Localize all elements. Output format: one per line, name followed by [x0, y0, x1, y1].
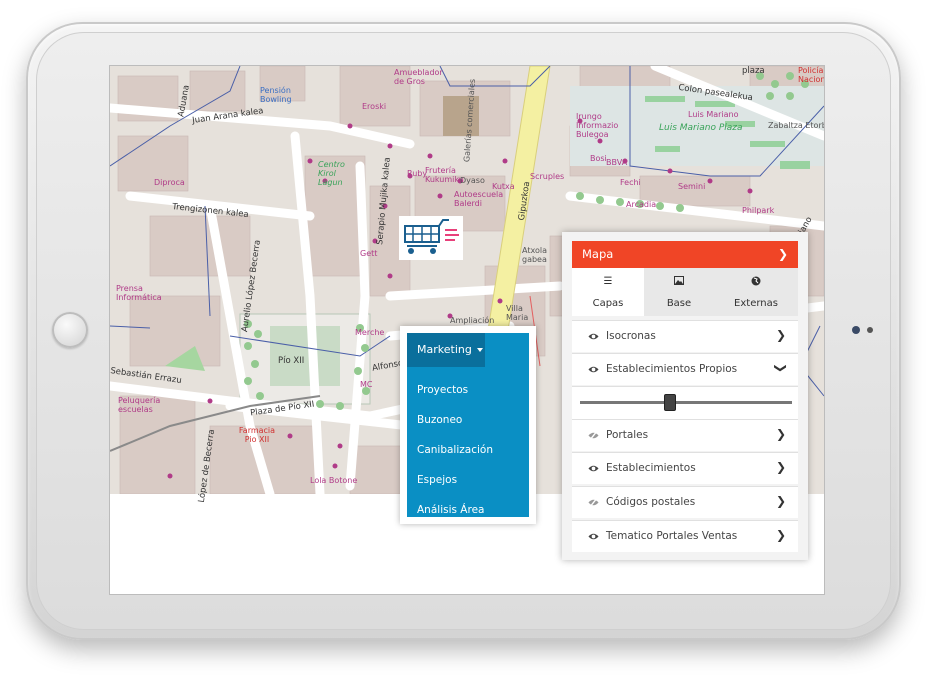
panel-tabs: ☰ Capas Base Externas	[572, 268, 798, 316]
slider-track[interactable]	[580, 401, 792, 404]
eye-icon[interactable]	[588, 463, 599, 474]
tab-base[interactable]: Base	[644, 268, 714, 316]
marketing-menu: Marketing Proyectos Buzoneo Canibalizaci…	[400, 326, 536, 524]
menu-item-buzoneo[interactable]: Buzoneo	[417, 414, 462, 426]
layer-label: Tematico Portales Ventas	[606, 530, 738, 542]
layer-row-portales[interactable]: Portales ❯	[572, 419, 798, 451]
chevron-right-icon[interactable]: ❯	[778, 241, 788, 268]
poi-label: Frutería Kukumiku	[425, 166, 464, 184]
globe-icon	[714, 276, 798, 290]
eye-slash-icon[interactable]	[588, 497, 599, 508]
poi-label: Merche	[355, 328, 385, 337]
eye-icon[interactable]	[588, 364, 599, 375]
opacity-slider[interactable]	[572, 386, 798, 419]
poi-label: Fechi	[620, 178, 641, 187]
layer-label: Portales	[606, 429, 649, 441]
shopping-cart-icon[interactable]	[399, 216, 463, 260]
slider-handle[interactable]	[664, 394, 676, 411]
poi-label: Luis Mariano	[688, 110, 739, 119]
chevron-down-icon[interactable]: ❯	[774, 363, 788, 373]
chevron-right-icon[interactable]: ❯	[776, 528, 786, 542]
poi-label: Bosi	[590, 154, 607, 163]
tab-capas[interactable]: ☰ Capas	[572, 268, 644, 316]
eye-slash-icon[interactable]	[588, 430, 599, 441]
poi-label: BBVA	[606, 158, 628, 167]
poi-label: Eroski	[362, 102, 387, 111]
layer-row-establecimientos-propios[interactable]: Establecimientos Propios ❯	[572, 353, 798, 385]
street-label: Pío XII	[278, 356, 305, 366]
caret-down-icon	[476, 348, 483, 352]
poi-label: MC	[360, 380, 373, 389]
chevron-right-icon[interactable]: ❯	[776, 328, 786, 342]
menu-item-canibalizacion[interactable]: Canibalización	[417, 444, 493, 456]
tab-externas[interactable]: Externas	[714, 268, 798, 316]
layer-label: Establecimientos	[606, 462, 696, 474]
poi-label: Prensa Informática	[116, 284, 162, 302]
menu-item-proyectos[interactable]: Proyectos	[417, 384, 468, 396]
poi-label: Autoescuela Balerdi	[454, 190, 504, 208]
tab-label: Externas	[734, 298, 778, 309]
sensor-icon	[867, 327, 873, 333]
tab-label: Capas	[592, 298, 624, 309]
marketing-title: Marketing	[417, 343, 472, 356]
menu-item-espejos[interactable]: Espejos	[417, 474, 457, 486]
panel-title: Mapa	[582, 247, 614, 261]
layer-label: Códigos postales	[606, 496, 696, 508]
eye-icon[interactable]	[588, 531, 599, 542]
menu-item-analisis-area[interactable]: Análisis Área	[417, 504, 484, 516]
poi-label: Farmacia Pio XII	[238, 426, 276, 444]
chevron-right-icon[interactable]: ❯	[776, 460, 786, 474]
marketing-menu-body: Marketing Proyectos Buzoneo Canibalizaci…	[407, 333, 529, 517]
screen: Juan Arana kalea Aduana Trengizonen kale…	[110, 66, 824, 594]
poi-label: Peluquería escuelas	[118, 396, 161, 414]
image-icon	[644, 276, 714, 290]
eye-icon[interactable]	[588, 331, 599, 342]
poi-label: Dyaso	[460, 176, 485, 185]
poi-label: Semini	[678, 182, 706, 191]
poi-label: Scruples	[530, 172, 565, 181]
home-button[interactable]	[52, 312, 88, 348]
poi-label: Irungo Informazio Bulegoa	[576, 112, 619, 139]
layer-row-codigos-postales[interactable]: Códigos postales ❯	[572, 486, 798, 518]
poi-label: Amueblador de Gros	[394, 68, 443, 86]
poi-label: Diproca	[154, 178, 185, 187]
poi-label: Centro Kirol Lagun	[318, 160, 345, 187]
poi-label: Gett	[360, 249, 378, 258]
poi-label: Luis Mariano Plaza	[659, 123, 743, 133]
poi-label: Lola Botone	[310, 476, 358, 485]
poi-label: Arcadia	[626, 200, 657, 209]
poi-label: Atxola gabea	[522, 246, 547, 264]
street-label: plaza	[742, 66, 765, 76]
chevron-right-icon[interactable]: ❯	[776, 427, 786, 441]
poi-label: Zabaltza Etorbidea	[768, 121, 824, 130]
poi-label: Ampliación	[450, 316, 495, 325]
list-icon: ☰	[603, 276, 613, 287]
marketing-dropdown-button[interactable]: Marketing	[407, 333, 485, 367]
tab-label: Base	[666, 298, 692, 309]
poi-label: Philpark	[742, 206, 775, 215]
layer-label: Establecimientos Propios	[606, 363, 738, 375]
layer-row-tematico-portales-ventas[interactable]: Tematico Portales Ventas ❯	[572, 520, 798, 552]
poi-label: Villa Maria	[506, 304, 529, 322]
poi-label: Policía Nacional	[798, 66, 824, 84]
poi-label: Pensión Bowling	[260, 86, 292, 104]
map-layers-panel: Mapa ❯ ☰ Capas Base Externas Isocronas ❯…	[562, 232, 808, 560]
layer-label: Isocronas	[606, 330, 656, 342]
chevron-right-icon[interactable]: ❯	[776, 494, 786, 508]
panel-header[interactable]: Mapa ❯	[572, 241, 798, 268]
layer-row-establecimientos[interactable]: Establecimientos ❯	[572, 452, 798, 484]
camera-icon	[852, 326, 860, 334]
layer-row-isocronas[interactable]: Isocronas ❯	[572, 320, 798, 352]
